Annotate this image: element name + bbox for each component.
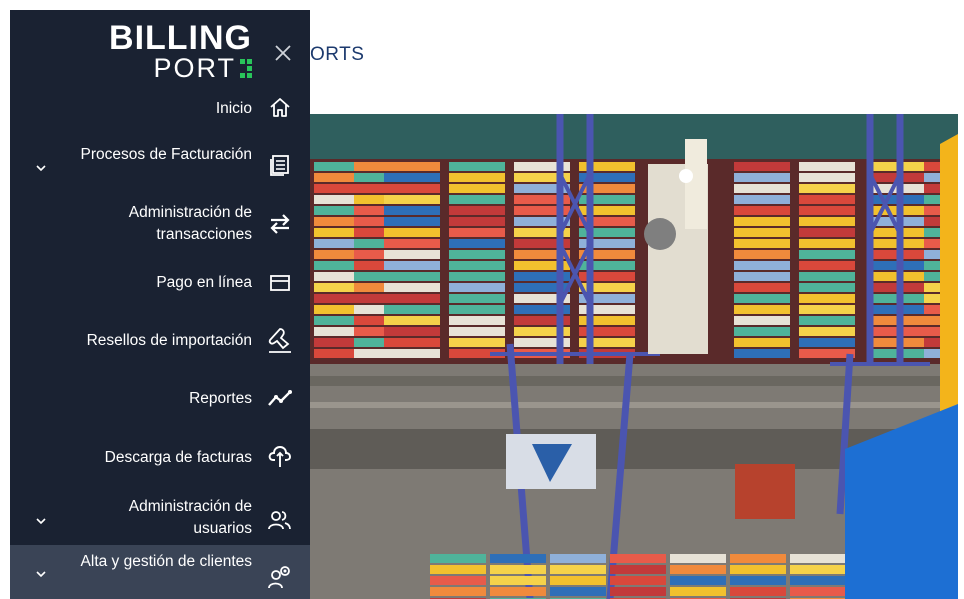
menu-item-label-line-2: usuarios [193, 520, 252, 537]
menu-item-label: Administración de usuarios [129, 496, 252, 540]
users-icon [266, 506, 294, 534]
menu-item-label: Procesos de Facturación [80, 146, 252, 163]
menu-item-label: Reportes [189, 390, 252, 407]
transfer-icon [266, 210, 294, 238]
hero-image-port-containers [310, 114, 958, 599]
menu-item-reportes[interactable]: Reportes [10, 384, 310, 414]
chart-line-icon [266, 384, 294, 412]
menu-item-pago-en-linea[interactable]: Pago en línea [10, 268, 310, 298]
client-search-icon [266, 563, 294, 591]
logo-line-1: BILLING [109, 19, 252, 57]
menu-item-label: Descarga de facturas [104, 449, 252, 466]
menu-item-procesos-facturacion[interactable]: Procesos de Facturación [10, 142, 310, 178]
close-drawer-button[interactable] [268, 38, 298, 68]
card-icon [266, 269, 294, 297]
chevron-down-icon [34, 161, 48, 175]
menu-item-administracion-usuarios[interactable]: Administración de usuarios [10, 494, 310, 544]
side-navigation-drawer: BILLING PORT Inicio Procesos de Facturac… [10, 10, 310, 599]
logo-line-2: PORT [153, 53, 236, 83]
menu-item-label-line-2: transacciones [156, 226, 252, 243]
close-icon [275, 45, 291, 61]
menu-item-administracion-transacciones[interactable]: Administración de transacciones [10, 200, 310, 250]
menu-item-label: Administración de transacciones [129, 202, 252, 246]
menu-item-resellos-importacion[interactable]: Resellos de importación [10, 323, 310, 359]
menu-item-alta-gestion-clientes[interactable]: Alta y gestión de clientes [10, 545, 310, 599]
page-title: ORTS [310, 44, 365, 65]
cloud-download-icon [266, 442, 294, 470]
menu-item-label: Inicio [215, 100, 252, 117]
chevron-down-icon [34, 514, 48, 528]
stamp-icon [266, 326, 294, 354]
billing-port-logo: BILLING PORT [109, 19, 252, 82]
menu-item-label: Resellos de importación [86, 332, 252, 349]
menu-item-label: Alta y gestión de clientes [80, 553, 252, 570]
page-left-margin [0, 10, 10, 599]
logo-line-2-row: PORT [109, 54, 252, 82]
home-icon [266, 94, 294, 122]
logo-mark-icon [240, 58, 252, 78]
chevron-down-icon [34, 567, 48, 581]
menu-item-label: Pago en línea [156, 274, 252, 291]
menu-item-label-line-1: Administración de [128, 204, 252, 221]
menu-item-inicio[interactable]: Inicio [10, 92, 310, 124]
menu-item-label-line-1: Administración de [128, 498, 252, 515]
menu-item-descarga-facturas[interactable]: Descarga de facturas [10, 442, 310, 472]
invoice-icon [266, 150, 294, 178]
